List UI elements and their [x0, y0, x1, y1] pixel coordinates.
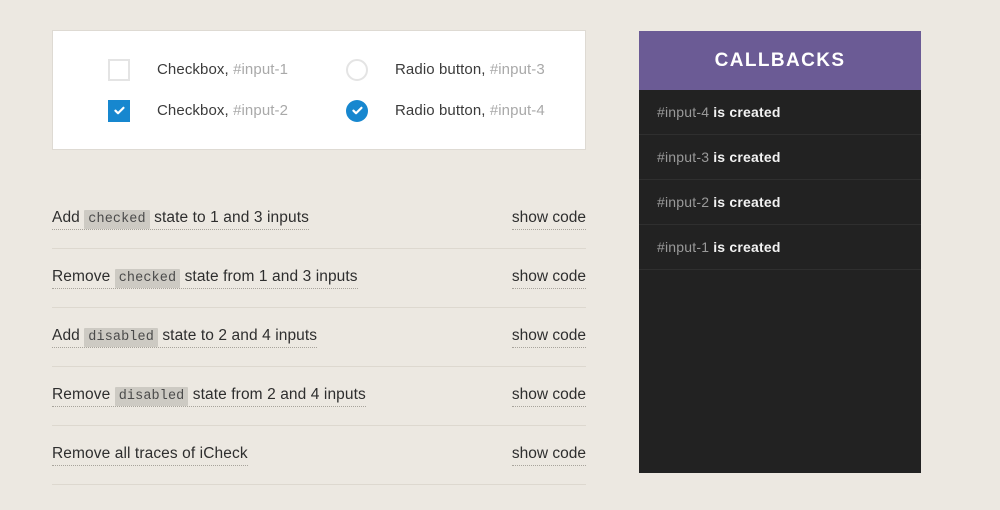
input-row-radio-4[interactable]: Radio button, #input-4	[346, 90, 585, 131]
input-label-4: Radio button, #input-4	[395, 102, 545, 119]
callbacks-header: CALLBACKS	[639, 31, 921, 90]
callback-log-item: #input-3 is created	[639, 135, 921, 180]
show-code-link[interactable]: show code	[511, 445, 586, 466]
action-suffix: state from 2 and 4 inputs	[188, 385, 366, 403]
action-prefix: Add	[52, 326, 85, 344]
input-row-checkbox-2[interactable]: Checkbox, #input-2	[108, 90, 346, 131]
action-row: Remove checked state from 1 and 3 inputs…	[52, 249, 586, 308]
action-suffix: state to 1 and 3 inputs	[149, 208, 309, 226]
empty-checkbox-icon[interactable]	[108, 58, 130, 81]
action-link-remove-all-traces[interactable]: Remove all traces of iCheck	[52, 445, 248, 466]
action-list: Add checked state to 1 and 3 inputs show…	[52, 190, 586, 485]
callback-message: is created	[713, 194, 781, 210]
action-link-add-disabled[interactable]: Add disabled state to 2 and 4 inputs	[52, 326, 318, 348]
show-code-link[interactable]: show code	[511, 386, 586, 407]
action-prefix: Add	[52, 208, 85, 226]
input-label-3: Radio button, #input-3	[395, 61, 545, 78]
input-label-text: Checkbox,	[157, 102, 229, 119]
input-row-radio-3[interactable]: Radio button, #input-3	[346, 49, 585, 90]
callback-log-item: #input-1 is created	[639, 225, 921, 270]
callback-log-item: #input-4 is created	[639, 90, 921, 135]
checked-radio-icon[interactable]	[346, 99, 368, 122]
input-target-id: #input-1	[233, 61, 289, 78]
action-suffix: state from 1 and 3 inputs	[180, 267, 358, 285]
callbacks-title: CALLBACKS	[714, 49, 846, 71]
action-row: Remove disabled state from 2 and 4 input…	[52, 367, 586, 426]
input-target-id: #input-4	[489, 102, 545, 119]
input-label-text: Checkbox,	[157, 61, 229, 78]
action-link-remove-checked[interactable]: Remove checked state from 1 and 3 inputs	[52, 268, 358, 289]
checked-checkbox-icon[interactable]	[108, 99, 130, 122]
callback-target-id: #input-4	[657, 104, 710, 120]
callback-target-id: #input-3	[657, 149, 710, 165]
empty-radio-icon[interactable]	[346, 58, 368, 81]
callback-message: is created	[713, 104, 781, 120]
callback-target-id: #input-2	[657, 194, 710, 210]
callbacks-panel: CALLBACKS #input-4 is created #input-3 i…	[639, 31, 921, 473]
action-token: checked	[84, 209, 150, 229]
action-suffix: state to 2 and 4 inputs	[157, 326, 318, 344]
action-row: Add checked state to 1 and 3 inputs show…	[52, 190, 586, 249]
callback-log-item: #input-2 is created	[639, 180, 921, 225]
action-prefix: Remove	[52, 267, 115, 285]
input-row-checkbox-1[interactable]: Checkbox, #input-1	[108, 49, 346, 90]
action-prefix: Remove	[52, 385, 115, 403]
action-row: Remove all traces of iCheck show code	[52, 426, 586, 485]
show-code-link[interactable]: show code	[511, 268, 586, 289]
inputs-demo-card: Checkbox, #input-1 Radio button, #input-…	[52, 30, 586, 150]
callback-message: is created	[713, 239, 781, 255]
inputs-grid: Checkbox, #input-1 Radio button, #input-…	[53, 31, 585, 149]
callback-target-id: #input-1	[657, 239, 710, 255]
input-label-2: Checkbox, #input-2	[157, 102, 288, 119]
show-code-link[interactable]: show code	[511, 209, 586, 230]
callback-message: is created	[713, 149, 781, 165]
callbacks-list: #input-4 is created #input-3 is created …	[639, 90, 921, 270]
input-label-text: Radio button,	[395, 61, 486, 78]
action-row: Add disabled state to 2 and 4 inputs sho…	[52, 308, 586, 367]
show-code-link[interactable]: show code	[511, 327, 586, 348]
input-target-id: #input-3	[489, 61, 545, 78]
input-label-1: Checkbox, #input-1	[157, 61, 288, 78]
action-token: disabled	[84, 327, 158, 347]
checkmark-icon	[351, 106, 363, 115]
action-token: disabled	[114, 386, 189, 406]
checkmark-icon	[113, 106, 125, 115]
action-link-add-checked[interactable]: Add checked state to 1 and 3 inputs	[52, 209, 309, 230]
action-token: checked	[114, 268, 181, 288]
action-link-remove-disabled[interactable]: Remove disabled state from 2 and 4 input…	[52, 386, 366, 407]
action-prefix: Remove all traces of iCheck	[52, 444, 248, 462]
input-target-id: #input-2	[233, 102, 289, 119]
input-label-text: Radio button,	[395, 102, 486, 119]
